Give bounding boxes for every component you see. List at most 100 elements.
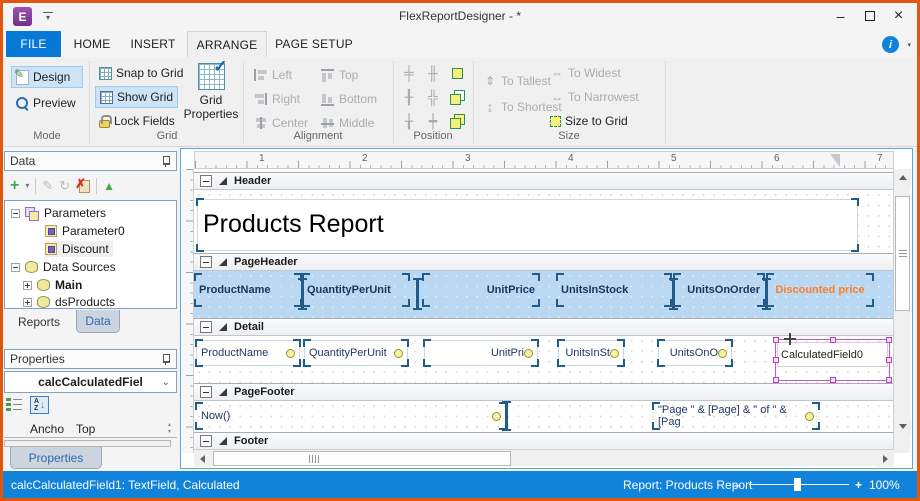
detail-field-quantityperunit[interactable]: QuantityPerUnit bbox=[304, 340, 408, 366]
to-widest-button[interactable]: ⇔ To Widest bbox=[546, 62, 625, 84]
edit-pencil-icon[interactable]: ✎ bbox=[42, 178, 53, 194]
section-bar-pageheader[interactable]: PageHeader bbox=[194, 253, 894, 271]
tree-item-data-sources[interactable]: Data Sources bbox=[11, 259, 116, 275]
collapse-box-icon[interactable] bbox=[200, 435, 212, 447]
info-dropdown-icon[interactable]: ▾ bbox=[907, 41, 911, 49]
spinner-icon[interactable]: ▴▾ bbox=[168, 422, 171, 436]
expand-expander-icon[interactable] bbox=[23, 281, 32, 290]
align-left-button[interactable]: Left bbox=[249, 64, 296, 86]
alphabetical-sort-button[interactable]: AZ↓ bbox=[30, 396, 49, 414]
info-icon[interactable]: i bbox=[882, 36, 899, 53]
grid-properties-button[interactable]: Grid Properties bbox=[183, 63, 239, 121]
to-narrowest-button[interactable]: ↔ To Narrowest bbox=[546, 86, 643, 108]
zoom-slider-thumb[interactable] bbox=[794, 478, 801, 491]
pageheader-field-discounted-price[interactable]: Discounted price bbox=[768, 275, 872, 305]
scroll-up-button[interactable] bbox=[894, 169, 911, 186]
tree-item-parameter0[interactable]: Parameter0 bbox=[45, 223, 125, 239]
horizontal-scroll-thumb[interactable] bbox=[213, 451, 511, 466]
section-bar-pagefooter[interactable]: PageFooter bbox=[194, 383, 894, 401]
pagefooter-field-page-expression[interactable]: "Page " & [Page] & " of " & [Pag bbox=[653, 403, 819, 429]
design-button[interactable]: Design bbox=[11, 66, 83, 88]
expand-expander-icon[interactable] bbox=[23, 298, 32, 307]
maximize-button[interactable] bbox=[855, 3, 884, 29]
detail-field-productname[interactable]: ProductName bbox=[196, 340, 300, 366]
tree-item-discount[interactable]: Discount bbox=[45, 241, 113, 257]
detail-field-unitsonorder[interactable]: UnitsOnO bbox=[658, 340, 732, 366]
detail-field-calculatedfield0[interactable]: CalculatedField0 bbox=[777, 342, 888, 367]
resize-handle[interactable] bbox=[830, 337, 836, 343]
object-selector-dropdown[interactable]: calcCalculatedFiel ⌄ bbox=[4, 371, 177, 393]
section-bar-footer[interactable]: Footer bbox=[194, 432, 894, 450]
zoom-in-button[interactable]: + bbox=[855, 478, 862, 492]
add-dropdown-icon[interactable]: ▾ bbox=[25, 181, 29, 190]
tab-file[interactable]: FILE bbox=[6, 31, 61, 57]
align-bottom-button[interactable]: Bottom bbox=[316, 88, 381, 110]
collapse-expander-icon[interactable] bbox=[11, 209, 20, 218]
property-grid-scrollbar[interactable] bbox=[4, 440, 171, 447]
tree-item-main[interactable]: Main bbox=[23, 277, 82, 293]
collapse-expander-icon[interactable] bbox=[11, 263, 20, 272]
refresh-icon[interactable]: ↻ bbox=[59, 178, 70, 194]
resize-handle[interactable] bbox=[886, 337, 892, 343]
align-right-button[interactable]: Right bbox=[249, 88, 304, 110]
section-bar-header[interactable]: Header bbox=[194, 172, 894, 190]
pagefooter-section-content[interactable]: Now() "Page " & [Page] & " of " & [Pag bbox=[194, 401, 894, 432]
tab-page-setup[interactable]: PAGE SETUP bbox=[271, 31, 357, 57]
resize-handle[interactable] bbox=[886, 357, 892, 363]
property-grid-row[interactable]: Ancho Top ▴▾ bbox=[4, 421, 177, 438]
minimize-button[interactable]: – bbox=[826, 3, 855, 29]
position-button-4[interactable]: ╂ bbox=[399, 87, 419, 107]
collapse-box-icon[interactable] bbox=[200, 321, 212, 333]
position-button-2[interactable]: ╫ bbox=[423, 63, 443, 83]
resize-handle[interactable] bbox=[773, 357, 779, 363]
position-button-6[interactable] bbox=[447, 87, 467, 107]
header-section-content[interactable]: Products Report bbox=[194, 190, 894, 253]
to-tallest-button[interactable]: ⇕ To Tallest bbox=[479, 70, 555, 92]
size-to-grid-button[interactable]: Size to Grid bbox=[546, 110, 632, 132]
scroll-down-button[interactable] bbox=[894, 418, 911, 435]
tab-properties[interactable]: Properties bbox=[10, 447, 102, 469]
snap-to-grid-button[interactable]: Snap to Grid bbox=[95, 62, 187, 84]
position-button-7[interactable]: ╁ bbox=[399, 111, 419, 131]
report-canvas[interactable]: Header Products Report PageHeader Produc… bbox=[194, 169, 894, 453]
tab-data[interactable]: Data bbox=[76, 310, 120, 333]
vertical-scrollbar[interactable] bbox=[893, 169, 910, 453]
tree-item-parameters[interactable]: Parameters bbox=[11, 205, 106, 221]
header-title-field[interactable]: Products Report bbox=[197, 199, 858, 251]
resize-handle[interactable] bbox=[773, 337, 779, 343]
position-button-9[interactable] bbox=[447, 111, 467, 131]
detail-field-unitprice[interactable]: UnitPri bbox=[424, 340, 538, 366]
scroll-left-button[interactable] bbox=[194, 450, 211, 467]
position-button-3[interactable] bbox=[447, 63, 467, 83]
move-cursor-icon[interactable] bbox=[784, 333, 796, 345]
move-up-icon[interactable]: ▲ bbox=[103, 179, 115, 193]
vertical-scroll-thumb[interactable] bbox=[895, 196, 910, 311]
add-icon[interactable]: + bbox=[10, 179, 19, 193]
pageheader-field-quantityperunit[interactable]: QuantityPerUnit bbox=[304, 275, 408, 305]
detail-section-content[interactable]: ProductName QuantityPerUnit UnitPri Unit… bbox=[194, 336, 894, 384]
pageheader-section-content[interactable]: ProductName QuantityPerUnit UnitPrice Un… bbox=[194, 271, 894, 318]
position-button-1[interactable]: ╪ bbox=[399, 63, 419, 83]
zoom-out-button[interactable]: – bbox=[734, 478, 741, 492]
close-button[interactable]: × bbox=[884, 3, 913, 29]
collapse-box-icon[interactable] bbox=[200, 175, 212, 187]
tab-reports[interactable]: Reports bbox=[8, 312, 70, 332]
horizontal-scrollbar[interactable] bbox=[194, 449, 894, 466]
tab-home[interactable]: HOME bbox=[66, 31, 118, 57]
collapse-box-icon[interactable] bbox=[200, 256, 212, 268]
categorized-view-button[interactable] bbox=[6, 397, 22, 414]
pageheader-field-unitprice[interactable]: UnitPrice bbox=[424, 275, 538, 305]
pageheader-field-unitsinstock[interactable]: UnitsInStock bbox=[558, 275, 670, 305]
detail-field-unitsinstock[interactable]: UnitsInSt bbox=[558, 340, 624, 366]
scroll-right-button[interactable] bbox=[877, 450, 894, 467]
pageheader-field-unitsonorder[interactable]: UnitsOnOrder bbox=[675, 275, 763, 305]
pageheader-field-productname[interactable]: ProductName bbox=[196, 275, 300, 305]
tree-item-dsproducts[interactable]: dsProducts bbox=[23, 294, 115, 309]
pagefooter-field-now[interactable]: Now() bbox=[196, 403, 506, 429]
pin-icon[interactable] bbox=[161, 354, 171, 365]
position-button-8[interactable]: ┿ bbox=[423, 111, 443, 131]
show-grid-button[interactable]: Show Grid bbox=[95, 86, 178, 108]
pin-icon[interactable] bbox=[161, 156, 171, 167]
preview-button[interactable]: Preview bbox=[11, 92, 83, 114]
position-button-5[interactable]: ╬ bbox=[423, 87, 443, 107]
